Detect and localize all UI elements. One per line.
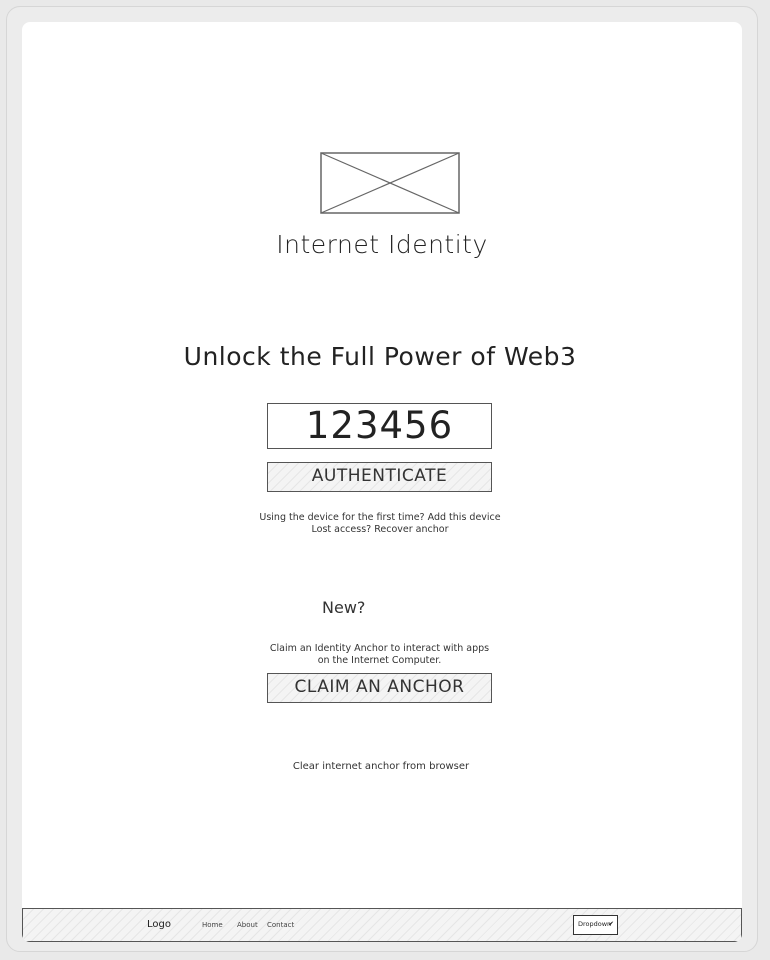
page: Internet Identity Unlock the Full Power … bbox=[22, 22, 742, 942]
lost-access-line: Lost access? Recover anchor bbox=[22, 524, 738, 535]
add-device-link[interactable]: Add this device bbox=[428, 512, 501, 523]
footer-bar: Logo Home About Contact Dropdown ✔ bbox=[22, 908, 742, 942]
claim-description: Claim an Identity Anchor to interact wit… bbox=[269, 643, 490, 666]
claim-anchor-button[interactable]: CLAIM AN ANCHOR bbox=[267, 673, 492, 703]
anchor-input[interactable]: 123456 bbox=[267, 403, 492, 449]
first-time-line: Using the device for the first time? Add… bbox=[22, 512, 738, 523]
footer-logo[interactable]: Logo bbox=[147, 919, 171, 930]
footer-dropdown[interactable]: Dropdown ✔ bbox=[573, 915, 618, 935]
footer-nav-home[interactable]: Home bbox=[202, 921, 223, 929]
chevron-down-icon: ✔ bbox=[608, 920, 614, 928]
image-placeholder-icon bbox=[320, 152, 460, 214]
lost-access-prompt: Lost access? bbox=[311, 524, 372, 535]
footer-nav-contact[interactable]: Contact bbox=[267, 921, 294, 929]
recover-anchor-link[interactable]: Recover anchor bbox=[374, 524, 448, 535]
authenticate-button[interactable]: AUTHENTICATE bbox=[267, 462, 492, 492]
app-title: Internet Identity bbox=[276, 230, 488, 259]
page-headline: Unlock the Full Power of Web3 bbox=[183, 342, 577, 371]
new-label: New? bbox=[322, 598, 366, 617]
clear-anchor-link[interactable]: Clear internet anchor from browser bbox=[22, 761, 740, 772]
first-time-prompt: Using the device for the first time? bbox=[259, 512, 425, 523]
footer-nav-about[interactable]: About bbox=[237, 921, 258, 929]
footer-dropdown-label: Dropdown bbox=[578, 920, 612, 928]
